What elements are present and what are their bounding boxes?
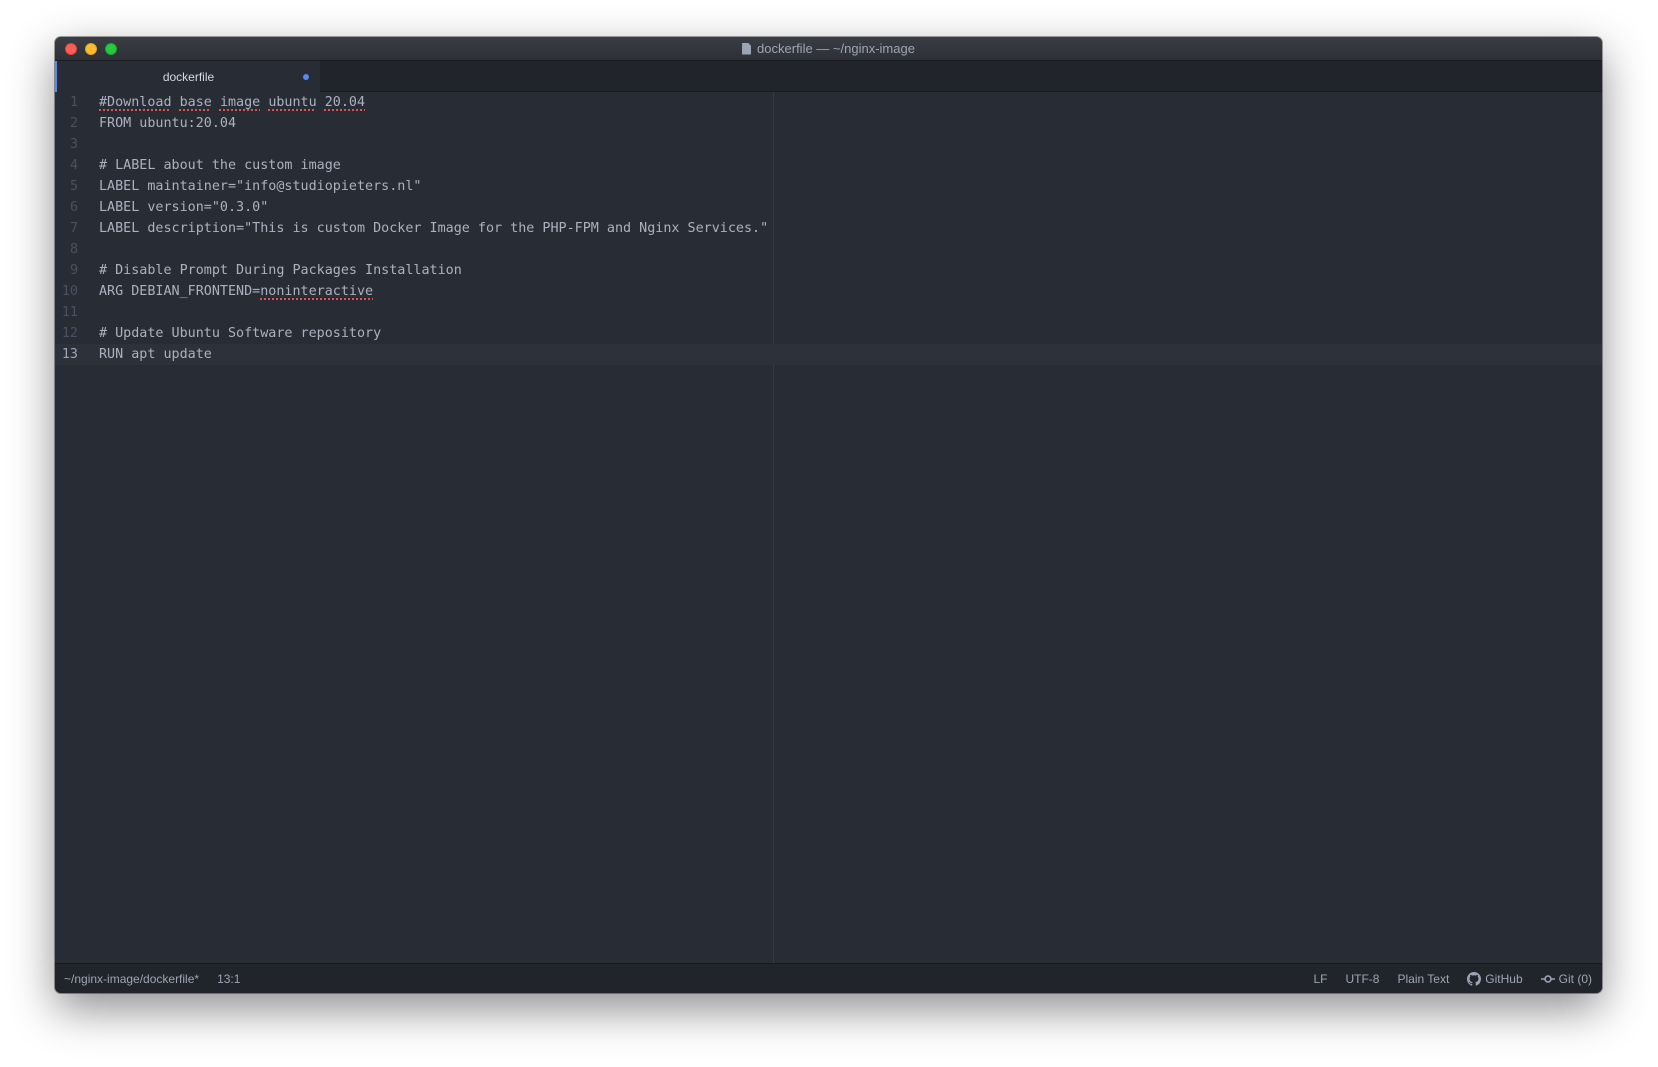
line-number[interactable]: 10: [55, 281, 78, 302]
line-number[interactable]: 13: [55, 344, 78, 365]
line-number[interactable]: 11: [55, 302, 78, 323]
code-text: # LABEL about the custom image: [99, 158, 341, 173]
modified-indicator-icon[interactable]: [303, 74, 309, 80]
file-path[interactable]: ~/nginx-image/dockerfile*: [64, 972, 199, 986]
code-text: LABEL maintainer="info@studiopieters.nl": [99, 179, 422, 194]
line-number[interactable]: 4: [55, 155, 78, 176]
code-text: LABEL description="This is custom Docker…: [99, 221, 769, 236]
window-controls: [65, 43, 117, 55]
line-text[interactable]: RUN apt update: [99, 344, 212, 365]
grammar-selector[interactable]: Plain Text: [1397, 972, 1449, 986]
code-line[interactable]: 7 LABEL description="This is custom Docke…: [55, 218, 1602, 239]
line-text[interactable]: LABEL description="This is custom Docker…: [99, 218, 768, 239]
code-line[interactable]: 10 ARG DEBIAN_FRONTEND=noninteractive: [55, 281, 1602, 302]
line-text[interactable]: LABEL maintainer="info@studiopieters.nl": [99, 176, 421, 197]
tab-title: dockerfile: [162, 69, 215, 84]
github-button[interactable]: GitHub: [1467, 971, 1523, 986]
window-title: dockerfile — ~/nginx-image: [757, 41, 915, 56]
code-text: # Update Ubuntu Software repository: [99, 326, 382, 341]
editor-lines[interactable]: 1 #Download base image ubuntu 20.04 2 FROM …: [55, 92, 1602, 365]
code-text: RUN apt update: [99, 347, 212, 362]
line-text[interactable]: ARG DEBIAN_FRONTEND=noninteractive: [99, 281, 373, 302]
minimize-window-button[interactable]: [85, 43, 97, 55]
line-number[interactable]: 8: [55, 239, 78, 260]
code-line[interactable]: 1 #Download base image ubuntu 20.04: [55, 92, 1602, 113]
misspelled-word: #Download: [99, 95, 172, 110]
code-line[interactable]: 6 LABEL version="0.3.0": [55, 197, 1602, 218]
zoom-window-button[interactable]: [105, 43, 117, 55]
line-number[interactable]: 1: [55, 92, 78, 113]
git-button[interactable]: Git (0): [1540, 971, 1592, 986]
window-title-group: dockerfile — ~/nginx-image: [742, 41, 915, 56]
line-text[interactable]: # LABEL about the custom image: [99, 155, 341, 176]
code-line[interactable]: 9 # Disable Prompt During Packages Instal…: [55, 260, 1602, 281]
line-text[interactable]: #Download base image ubuntu 20.04: [99, 92, 365, 113]
cursor-position[interactable]: 13:1: [217, 972, 240, 986]
tab-dockerfile[interactable]: dockerfile: [55, 61, 320, 92]
line-ending-selector[interactable]: LF: [1313, 972, 1327, 986]
tab-bar: dockerfile: [55, 61, 1602, 92]
git-commit-icon: [1540, 974, 1555, 983]
code-text: # Disable Prompt During Packages Install…: [99, 263, 462, 278]
code-line[interactable]: 4 # LABEL about the custom image: [55, 155, 1602, 176]
editor-window: dockerfile — ~/nginx-image dockerfile 1 #…: [55, 37, 1602, 993]
line-text[interactable]: # Disable Prompt During Packages Install…: [99, 260, 462, 281]
status-bar: ~/nginx-image/dockerfile* 13:1 LF UTF-8 …: [55, 963, 1602, 993]
line-text[interactable]: FROM ubuntu:20.04: [99, 113, 236, 134]
misspelled-word: 20.04: [324, 95, 366, 110]
github-label: GitHub: [1485, 971, 1523, 986]
code-text: ARG DEBIAN_FRONTEND=: [99, 284, 261, 299]
code-line[interactable]: 8: [55, 239, 1602, 260]
title-bar: dockerfile — ~/nginx-image: [55, 37, 1602, 61]
code-line[interactable]: 3: [55, 134, 1602, 155]
code-line[interactable]: 11: [55, 302, 1602, 323]
code-line[interactable]: 13 RUN apt update: [55, 344, 1602, 365]
close-window-button[interactable]: [65, 43, 77, 55]
line-number[interactable]: 9: [55, 260, 78, 281]
text-editor[interactable]: 1 #Download base image ubuntu 20.04 2 FROM …: [55, 92, 1602, 963]
git-label: Git (0): [1558, 971, 1592, 986]
line-number[interactable]: 3: [55, 134, 78, 155]
line-number[interactable]: 12: [55, 323, 78, 344]
misspelled-word: ubuntu: [268, 95, 317, 110]
code-line[interactable]: 12 # Update Ubuntu Software repository: [55, 323, 1602, 344]
code-text: LABEL version="0.3.0": [99, 200, 269, 215]
line-number[interactable]: 6: [55, 197, 78, 218]
encoding-selector[interactable]: UTF-8: [1345, 972, 1379, 986]
code-line[interactable]: 5 LABEL maintainer="info@studiopieters.nl…: [55, 176, 1602, 197]
code-text: FROM ubuntu:20.04: [99, 116, 237, 131]
line-number[interactable]: 5: [55, 176, 78, 197]
misspelled-word: noninteractive: [260, 284, 374, 299]
line-number[interactable]: 2: [55, 113, 78, 134]
line-text[interactable]: LABEL version="0.3.0": [99, 197, 268, 218]
line-number[interactable]: 7: [55, 218, 78, 239]
github-icon: [1467, 971, 1482, 986]
code-line[interactable]: 2 FROM ubuntu:20.04: [55, 113, 1602, 134]
misspelled-word: base: [179, 95, 212, 110]
line-text[interactable]: # Update Ubuntu Software repository: [99, 323, 381, 344]
misspelled-word: image: [219, 95, 261, 110]
document-icon: [742, 42, 752, 55]
